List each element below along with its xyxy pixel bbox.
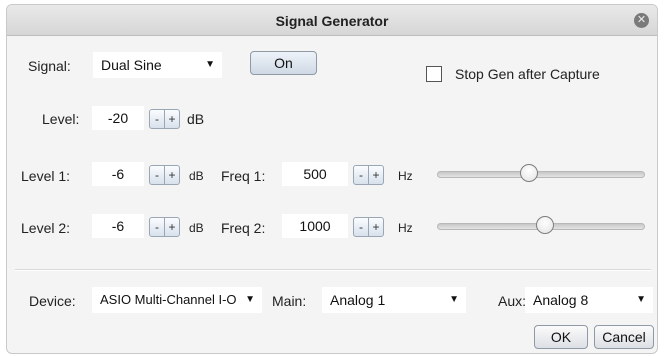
aux-dropdown-value: Analog 8 bbox=[533, 292, 589, 308]
level2-label: Level 2: bbox=[21, 220, 71, 236]
increment-button[interactable]: + bbox=[164, 110, 179, 128]
aux-label: Aux: bbox=[498, 293, 527, 309]
freq2-slider-knob[interactable] bbox=[536, 216, 555, 234]
signal-dropdown[interactable]: Dual Sine ▼ bbox=[93, 52, 222, 78]
level2-unit: dB bbox=[189, 221, 204, 235]
signal-dropdown-value: Dual Sine bbox=[101, 57, 162, 73]
stop-gen-checkbox[interactable] bbox=[426, 66, 442, 82]
level-unit: dB bbox=[187, 111, 205, 127]
chevron-down-icon: ▼ bbox=[205, 59, 215, 70]
decrement-button[interactable]: - bbox=[150, 218, 164, 236]
signal-generator-window: Signal Generator ✕ Signal: Dual Sine ▼ O… bbox=[6, 4, 658, 354]
level2-stepper[interactable]: - + bbox=[149, 217, 180, 237]
increment-button[interactable]: + bbox=[368, 166, 383, 184]
freq1-slider[interactable] bbox=[437, 171, 645, 178]
level-field[interactable]: -20 bbox=[92, 106, 144, 130]
increment-button[interactable]: + bbox=[368, 218, 383, 236]
level1-unit: dB bbox=[189, 169, 204, 183]
decrement-button[interactable]: - bbox=[354, 166, 368, 184]
decrement-button[interactable]: - bbox=[150, 166, 164, 184]
increment-button[interactable]: + bbox=[164, 218, 179, 236]
main-label: Main: bbox=[272, 293, 307, 309]
close-icon[interactable]: ✕ bbox=[634, 13, 649, 28]
chevron-down-icon: ▼ bbox=[449, 294, 459, 305]
freq2-label: Freq 2: bbox=[221, 220, 266, 236]
freq1-slider-knob[interactable] bbox=[519, 164, 538, 182]
signal-label: Signal: bbox=[28, 58, 71, 74]
level1-stepper[interactable]: - + bbox=[149, 165, 180, 185]
freq2-field[interactable]: 1000 bbox=[282, 214, 348, 238]
freq1-unit: Hz bbox=[398, 169, 413, 183]
stop-gen-label: Stop Gen after Capture bbox=[455, 66, 600, 82]
on-button[interactable]: On bbox=[250, 51, 317, 75]
level-stepper[interactable]: - + bbox=[149, 109, 180, 129]
title-bar: Signal Generator ✕ bbox=[7, 5, 657, 36]
chevron-down-icon: ▼ bbox=[245, 294, 255, 305]
freq1-field[interactable]: 500 bbox=[282, 162, 348, 186]
device-label: Device: bbox=[29, 293, 76, 309]
cancel-button[interactable]: Cancel bbox=[594, 325, 654, 349]
chevron-down-icon: ▼ bbox=[636, 294, 646, 305]
divider bbox=[15, 269, 651, 271]
level1-label: Level 1: bbox=[21, 168, 71, 184]
level-label: Level: bbox=[42, 111, 80, 127]
device-dropdown[interactable]: ASIO Multi-Channel I-O ▼ bbox=[92, 287, 262, 313]
aux-dropdown[interactable]: Analog 8 ▼ bbox=[525, 287, 653, 313]
decrement-button[interactable]: - bbox=[354, 218, 368, 236]
main-dropdown[interactable]: Analog 1 ▼ bbox=[322, 287, 466, 313]
freq2-stepper[interactable]: - + bbox=[353, 217, 384, 237]
main-dropdown-value: Analog 1 bbox=[330, 292, 386, 308]
level2-field[interactable]: -6 bbox=[92, 214, 144, 238]
window-title: Signal Generator bbox=[275, 13, 389, 29]
increment-button[interactable]: + bbox=[164, 166, 179, 184]
freq1-label: Freq 1: bbox=[221, 168, 266, 184]
ok-button[interactable]: OK bbox=[534, 325, 588, 349]
level1-field[interactable]: -6 bbox=[92, 162, 144, 186]
decrement-button[interactable]: - bbox=[150, 110, 164, 128]
freq1-stepper[interactable]: - + bbox=[353, 165, 384, 185]
freq2-unit: Hz bbox=[398, 221, 413, 235]
device-dropdown-value: ASIO Multi-Channel I-O bbox=[100, 292, 237, 307]
